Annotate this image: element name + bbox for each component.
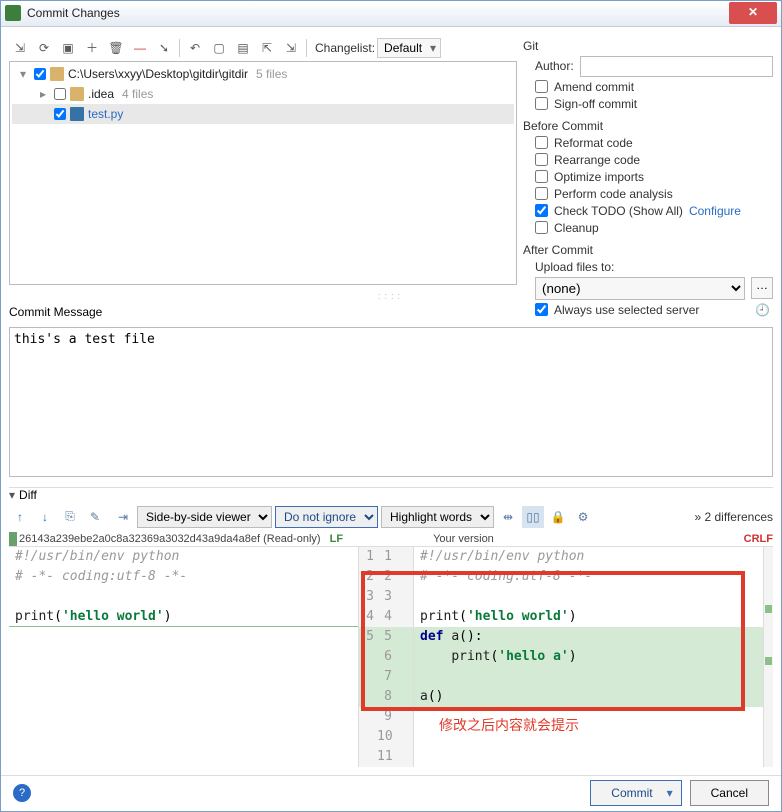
revert-icon[interactable]: ▣ (57, 37, 79, 59)
rollback-icon[interactable]: ↶ (184, 37, 206, 59)
left-eol-label: LF (330, 533, 343, 545)
tree-root[interactable]: ▾ C:\Users\xxyy\Desktop\gitdir\gitdir 5 … (12, 64, 514, 84)
left-status-indicator (9, 532, 17, 546)
viewer-select[interactable]: Side-by-side viewer (137, 506, 272, 528)
right-revision-label: Your version (433, 533, 744, 545)
todo-checkbox[interactable] (535, 204, 548, 217)
expand-icon[interactable]: ⇱ (256, 37, 278, 59)
optimize-checkbox[interactable] (535, 170, 548, 183)
diff-label: Diff (19, 488, 37, 502)
configure-link[interactable]: Configure (689, 204, 741, 218)
help-icon[interactable]: ? (13, 784, 31, 802)
cancel-button[interactable]: Cancel (690, 780, 769, 806)
signoff-checkbox[interactable] (535, 97, 548, 110)
next-diff-icon[interactable]: ↓ (34, 506, 56, 528)
analysis-checkbox[interactable] (535, 187, 548, 200)
lock-icon[interactable]: 🔒 (547, 506, 569, 528)
sync-scroll-icon[interactable]: ▯▯ (522, 506, 544, 528)
browse-icon[interactable]: ▢ (208, 37, 230, 59)
remove-icon[interactable]: — (129, 37, 151, 59)
diff-left-pane[interactable]: #!/usr/bin/env python # -*- coding:utf-8… (9, 547, 358, 767)
reformat-checkbox[interactable] (535, 136, 548, 149)
changelist-label: Changelist: (315, 41, 375, 55)
jump-icon[interactable]: ⇥ (112, 506, 134, 528)
diff-count: 2 differences (705, 510, 774, 524)
gear-icon[interactable]: ⚙ (572, 506, 594, 528)
tree-idea[interactable]: ▸ .idea 4 files (12, 84, 514, 104)
edit-icon[interactable]: ✎ (84, 506, 106, 528)
app-icon (5, 5, 21, 21)
changes-tree[interactable]: ▾ C:\Users\xxyy\Desktop\gitdir\gitdir 5 … (9, 61, 517, 285)
splitter-grip[interactable]: :::: (9, 291, 773, 297)
tree-file-testpy[interactable]: test.py (12, 104, 514, 124)
idea-checkbox[interactable] (54, 88, 66, 100)
python-file-icon (70, 107, 84, 121)
changes-toolbar: ⇲ ⟳ ▣ ＋ 🗑 — ➘ ↶ ▢ ▤ ⇱ ⇲ Changelist: Defa… (9, 35, 517, 61)
before-commit-title: Before Commit (523, 119, 773, 133)
add-icon[interactable]: ＋ (81, 37, 103, 59)
delete-icon[interactable]: 🗑 (105, 37, 127, 59)
group-icon[interactable]: ▤ (232, 37, 254, 59)
author-input[interactable] (580, 56, 773, 77)
show-diff-icon[interactable]: ⇲ (9, 37, 31, 59)
collapse-icon[interactable]: ⇲ (280, 37, 302, 59)
changelist-select[interactable]: Default (377, 38, 441, 58)
diff-marker-strip[interactable] (763, 547, 773, 767)
collapse-unchanged-icon[interactable]: ⇹ (497, 506, 519, 528)
cleanup-checkbox[interactable] (535, 221, 548, 234)
copy-icon[interactable]: ⎘ (59, 506, 81, 528)
upload-label: Upload files to: (535, 260, 614, 274)
chevron-down-icon[interactable]: ▾ (20, 67, 30, 81)
rearrange-checkbox[interactable] (535, 153, 548, 166)
annotation-text: 修改之后内容就会提示 (439, 715, 579, 735)
root-checkbox[interactable] (34, 68, 46, 80)
close-button[interactable]: ✕ (729, 2, 777, 24)
amend-checkbox[interactable] (535, 80, 548, 93)
ignore-select[interactable]: Do not ignore (275, 506, 378, 528)
annotation-box (361, 571, 745, 711)
diff-view[interactable]: #!/usr/bin/env python # -*- coding:utf-8… (9, 546, 773, 767)
left-revision-label: 26143a239ebe2a0c8a32369a3032d43a9da4a8ef… (19, 533, 330, 545)
folder-icon (50, 67, 64, 81)
history-icon[interactable]: 🕘 (755, 303, 773, 321)
author-label: Author: (535, 59, 574, 73)
titlebar: Commit Changes ✕ (1, 1, 781, 27)
right-eol-label: CRLF (744, 533, 773, 545)
commit-message-textarea[interactable]: this's a test file (9, 327, 773, 477)
git-section-title: Git (523, 39, 773, 53)
after-commit-title: After Commit (523, 243, 773, 257)
diff-collapse-icon[interactable]: ▾ (9, 488, 15, 502)
refresh-icon[interactable]: ⟳ (33, 37, 55, 59)
file-checkbox[interactable] (54, 108, 66, 120)
chevron-right-icon[interactable]: ▸ (40, 87, 50, 101)
move-icon[interactable]: ➘ (153, 37, 175, 59)
prev-diff-icon[interactable]: ↑ (9, 506, 31, 528)
highlight-select[interactable]: Highlight words (381, 506, 494, 528)
window-title: Commit Changes (27, 6, 729, 20)
commit-message-label: Commit Message (9, 305, 102, 319)
folder-icon (70, 87, 84, 101)
commit-button[interactable]: Commit (590, 780, 681, 806)
